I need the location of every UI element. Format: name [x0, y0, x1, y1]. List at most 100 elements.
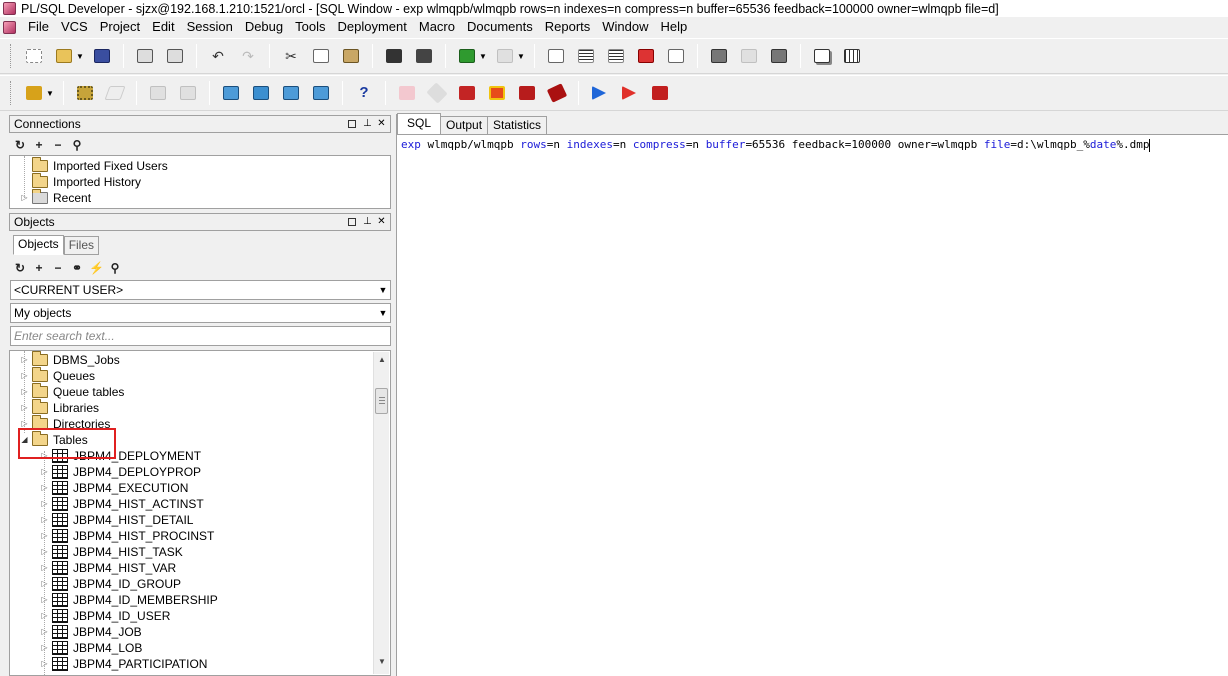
- redo-button[interactable]: ↷: [237, 45, 259, 67]
- tree-item[interactable]: ▷ Queues: [20, 367, 95, 384]
- maximize-icon[interactable]: [348, 218, 356, 226]
- add-icon[interactable]: +: [32, 261, 46, 275]
- toolbar-grip[interactable]: [10, 81, 13, 105]
- table-row[interactable]: ▷ JBPM4_HIST_VAR: [40, 560, 176, 576]
- pin-icon[interactable]: ⊥: [362, 118, 373, 130]
- debug-stop-button[interactable]: [426, 82, 448, 104]
- debug-start-button[interactable]: [396, 82, 418, 104]
- filter-icon[interactable]: ⚲: [70, 138, 84, 152]
- document-button[interactable]: [545, 45, 567, 67]
- expand-arrow-icon[interactable]: ▷: [40, 528, 49, 544]
- break-button[interactable]: [104, 82, 126, 104]
- forward-dropdown-button[interactable]: ▼: [517, 45, 525, 67]
- close-icon[interactable]: ✕: [376, 118, 387, 130]
- menu-macro[interactable]: Macro: [413, 17, 461, 37]
- menu-tools[interactable]: Tools: [289, 17, 331, 37]
- expand-arrow-icon[interactable]: ▷: [20, 190, 29, 206]
- step-over-button[interactable]: [486, 82, 508, 104]
- tab-sql[interactable]: SQL: [397, 113, 442, 134]
- table-row[interactable]: ▷ JBPM4_ID_MEMBERSHIP: [40, 592, 218, 608]
- test-window-button[interactable]: [280, 82, 302, 104]
- expand-arrow-icon[interactable]: ▷: [40, 496, 49, 512]
- logon-dropdown-button[interactable]: ▼: [46, 82, 54, 104]
- tab-files[interactable]: Files: [63, 236, 100, 255]
- expand-arrow-icon[interactable]: ▷: [40, 656, 49, 672]
- commit-button[interactable]: [147, 82, 169, 104]
- menu-deployment[interactable]: Deployment: [331, 17, 412, 37]
- back-dropdown-button[interactable]: ▼: [479, 45, 487, 67]
- table-row[interactable]: ▷ JBPM4_HIST_PROCINST: [40, 528, 214, 544]
- menu-project[interactable]: Project: [94, 17, 146, 37]
- explain-plan-button[interactable]: [310, 82, 332, 104]
- tree-item[interactable]: ▷ DBMS_Jobs: [20, 351, 120, 368]
- menu-window[interactable]: Window: [596, 17, 654, 37]
- table-row[interactable]: ▷ JBPM4_HIST_DETAIL: [40, 512, 193, 528]
- step-out-button[interactable]: [516, 82, 538, 104]
- execute-button[interactable]: [74, 82, 96, 104]
- tree-item[interactable]: ▷ Queue tables: [20, 383, 124, 400]
- navigate-back-button[interactable]: [456, 45, 478, 67]
- save-button[interactable]: [91, 45, 113, 67]
- expand-arrow-icon[interactable]: ▷: [40, 480, 49, 496]
- table-row[interactable]: ▷ JBPM4_PARTICIPATION: [40, 656, 207, 672]
- vertical-scrollbar[interactable]: ▲ ▼: [373, 352, 389, 674]
- menu-edit[interactable]: Edit: [146, 17, 180, 37]
- tab-objects[interactable]: Objects: [13, 235, 64, 255]
- expand-arrow-icon[interactable]: ▷: [40, 608, 49, 624]
- db-disconnect-button[interactable]: [738, 45, 760, 67]
- table-row[interactable]: ▷ JBPM4_LOB: [40, 640, 142, 656]
- expand-arrow-icon[interactable]: ▷: [20, 368, 29, 384]
- expand-arrow-icon[interactable]: ▷: [20, 352, 29, 368]
- refresh-icon[interactable]: ↻: [13, 138, 27, 152]
- indent-button[interactable]: [575, 45, 597, 67]
- db-connect-button[interactable]: [708, 45, 730, 67]
- expand-arrow-icon[interactable]: ▷: [40, 448, 49, 464]
- print-button[interactable]: [134, 45, 156, 67]
- rollback-button[interactable]: [177, 82, 199, 104]
- user-select[interactable]: <CURRENT USER> ▼: [10, 280, 391, 300]
- table-row[interactable]: ▷ JBPM4_HIST_ACTINST: [40, 496, 204, 512]
- filter-icon[interactable]: ⚲: [108, 261, 122, 275]
- sql-editor[interactable]: exp wlmqpb/wlmqpb rows=n indexes=n compr…: [401, 138, 1151, 152]
- comment-button[interactable]: [635, 45, 657, 67]
- help-button[interactable]: ?: [353, 82, 375, 104]
- close-icon[interactable]: ✕: [376, 216, 387, 228]
- remove-icon[interactable]: −: [51, 138, 65, 152]
- table-row[interactable]: ▷ JBPM4_HIST_TASK: [40, 544, 183, 560]
- refresh-icon[interactable]: ↻: [13, 261, 27, 275]
- tab-statistics[interactable]: Statistics: [487, 116, 548, 134]
- cut-button[interactable]: ✂: [280, 45, 302, 67]
- new-button[interactable]: [23, 45, 45, 67]
- menu-vcs[interactable]: VCS: [55, 17, 94, 37]
- expand-arrow-icon[interactable]: ▷: [20, 384, 29, 400]
- replace-button[interactable]: [413, 45, 435, 67]
- grid-button[interactable]: [841, 45, 863, 67]
- print-preview-button[interactable]: [164, 45, 186, 67]
- expand-arrow-icon[interactable]: ▷: [40, 544, 49, 560]
- uncomment-button[interactable]: [665, 45, 687, 67]
- system-menu-icon[interactable]: [3, 20, 16, 34]
- table-row[interactable]: ▷ JBPM4_DEPLOYPROP: [40, 464, 201, 480]
- execute-arrow-button[interactable]: [619, 82, 641, 104]
- scrollbar-thumb[interactable]: [375, 388, 388, 414]
- window-list-button[interactable]: [811, 45, 833, 67]
- maximize-icon[interactable]: [348, 120, 356, 128]
- step-into-button[interactable]: [456, 82, 478, 104]
- table-row[interactable]: ▷ JBPM4_DEPLOYMENT: [40, 448, 201, 464]
- collapse-arrow-icon[interactable]: ◢: [20, 432, 29, 448]
- chevron-down-icon[interactable]: ▼: [376, 285, 390, 295]
- expand-arrow-icon[interactable]: ▷: [40, 464, 49, 480]
- table-row[interactable]: ▷ JBPM4_ID_USER: [40, 608, 170, 624]
- table-row[interactable]: ▷ JBPM4_ID_GROUP: [40, 576, 181, 592]
- scroll-down-icon[interactable]: ▼: [374, 654, 390, 670]
- sql-window-button[interactable]: [250, 82, 272, 104]
- db-session-button[interactable]: [768, 45, 790, 67]
- menu-debug[interactable]: Debug: [239, 17, 289, 37]
- deploy-button[interactable]: [649, 82, 671, 104]
- expand-arrow-icon[interactable]: ▷: [40, 624, 49, 640]
- chevron-down-icon[interactable]: ▼: [376, 308, 390, 318]
- command-window-button[interactable]: [220, 82, 242, 104]
- connect-icon[interactable]: ⚡: [89, 261, 104, 275]
- expand-arrow-icon[interactable]: ▷: [20, 416, 29, 432]
- tree-item[interactable]: Imported History: [20, 173, 141, 190]
